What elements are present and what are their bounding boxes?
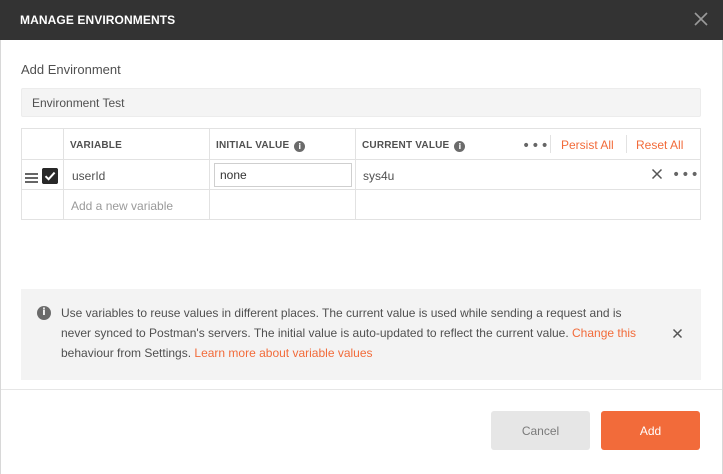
- column-divider: [355, 129, 356, 219]
- column-divider: [209, 129, 210, 219]
- row-divider: [22, 189, 700, 190]
- header-action-separator: [550, 135, 551, 153]
- column-header-variable: VARIABLE: [70, 140, 122, 151]
- info-text: Use variables to reuse values in differe…: [61, 306, 622, 340]
- learn-more-link[interactable]: Learn more about variable values: [194, 346, 372, 360]
- initial-value-input[interactable]: [214, 163, 352, 187]
- change-this-link[interactable]: Change this: [572, 326, 636, 340]
- drag-handle-icon[interactable]: [25, 173, 38, 183]
- column-header-label: VARIABLE: [70, 140, 122, 151]
- info-icon[interactable]: i: [454, 141, 466, 152]
- column-header-current-value: CURRENT VALUE i: [362, 140, 466, 152]
- current-value-cell[interactable]: sys4u: [363, 169, 394, 183]
- modal-border-left: [0, 40, 1, 474]
- modal-title: MANAGE ENVIRONMENTS: [20, 13, 176, 27]
- dismiss-banner-icon[interactable]: [672, 328, 683, 339]
- info-banner: i Use variables to reuse values in diffe…: [21, 289, 701, 380]
- close-icon[interactable]: [693, 11, 709, 27]
- column-header-label: INITIAL VALUE: [216, 140, 290, 151]
- persist-all-link[interactable]: Persist All: [561, 138, 614, 152]
- checkbox-checked-icon[interactable]: [42, 168, 58, 184]
- column-header-label: CURRENT VALUE: [362, 140, 450, 151]
- footer-divider: [1, 389, 722, 390]
- info-text-after: behaviour from Settings.: [61, 346, 195, 360]
- more-options-icon[interactable]: •••: [522, 138, 550, 154]
- modal-titlebar: MANAGE ENVIRONMENTS: [0, 0, 723, 40]
- environment-name-input[interactable]: [21, 88, 701, 117]
- variable-name-cell[interactable]: userId: [72, 169, 105, 183]
- delete-variable-icon[interactable]: [651, 168, 663, 180]
- info-message: Use variables to reuse values in differe…: [61, 303, 651, 363]
- column-header-initial-value: INITIAL VALUE i: [216, 140, 306, 152]
- section-title: Add Environment: [21, 62, 121, 77]
- reset-all-link[interactable]: Reset All: [636, 138, 683, 152]
- header-action-separator: [626, 135, 627, 153]
- row-more-options-icon[interactable]: •••: [672, 167, 700, 183]
- info-icon: i: [37, 306, 51, 320]
- info-icon[interactable]: i: [294, 141, 306, 152]
- row-divider: [22, 159, 700, 160]
- add-new-variable-input[interactable]: Add a new variable: [71, 199, 173, 213]
- cancel-button[interactable]: Cancel: [491, 411, 590, 450]
- column-divider: [63, 129, 64, 219]
- variables-table: VARIABLE INITIAL VALUE i CURRENT VALUE i •…: [21, 128, 701, 220]
- add-button[interactable]: Add: [601, 411, 700, 450]
